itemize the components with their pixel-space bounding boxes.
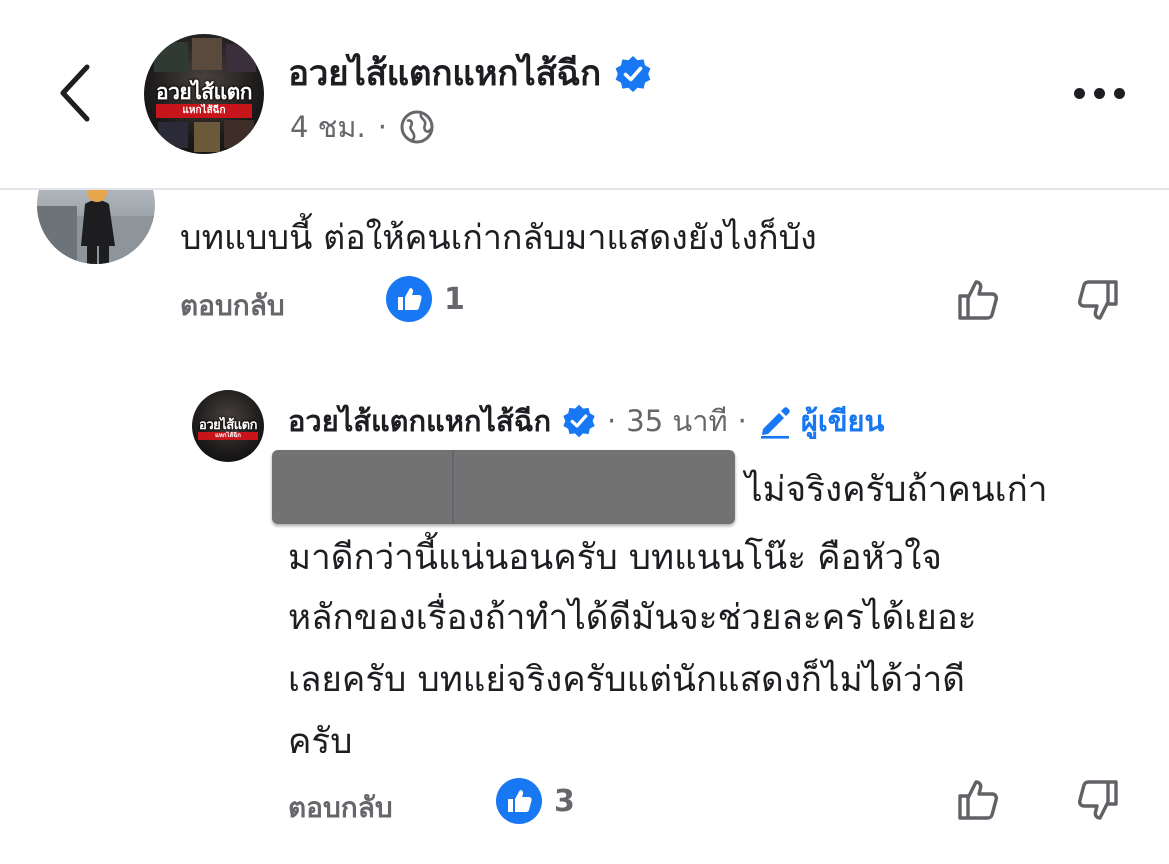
like-button[interactable] <box>950 772 1006 828</box>
redacted-mention <box>272 450 735 524</box>
reply-text-line: ครับ <box>288 722 353 762</box>
more-options-button[interactable] <box>1064 72 1134 114</box>
post-time: 4 ชม. <box>290 110 366 144</box>
like-count: 3 <box>554 783 575 819</box>
reply-author-avatar[interactable]: อวยไส้แตก แหกไส้ฉีก <box>192 390 264 462</box>
verified-icon <box>615 55 651 92</box>
reply-button[interactable]: ตอบกลับ <box>288 786 393 830</box>
reply-time: 35 นาที <box>626 404 728 438</box>
globe-icon <box>400 110 434 144</box>
like-count: 1 <box>444 281 465 317</box>
reply-text-line: เลยครับ บทแย่จริงครับแต่นักแสดงก็ไม่ได้ว… <box>288 660 966 700</box>
reply-button[interactable]: ตอบกลับ <box>180 284 285 328</box>
post-header: อวยไส้แตก แหกไส้ฉีก อวยไส้แตกแหกไส้ฉีก 4… <box>0 0 1169 190</box>
dislike-icon <box>1078 280 1118 320</box>
like-icon <box>958 780 998 820</box>
avatar-subtitle-text: แหกไส้ฉีก <box>156 104 252 118</box>
comment-text: บทแบบนี้ ต่อให้คนเก่ากลับมาแสดงยังไงก็บั… <box>180 218 817 258</box>
author-label: ผู้เขียน <box>800 404 885 438</box>
like-reaction-icon <box>496 778 542 824</box>
like-icon <box>958 280 998 320</box>
dislike-button[interactable] <box>1070 772 1126 828</box>
like-count-badge[interactable]: 3 <box>496 778 575 824</box>
dislike-button[interactable] <box>1070 272 1126 328</box>
reply-header: อวยไส้แตกแหกไส้ฉีก · 35 นาที · ผู้เขียน <box>288 398 884 444</box>
reply-text-line: หลักของเรื่องถ้าทำได้ดีมันจะช่วยละครได้เ… <box>288 598 977 638</box>
verified-icon <box>563 404 595 438</box>
page-name[interactable]: อวยไส้แตกแหกไส้ฉีก <box>288 46 601 101</box>
back-button[interactable] <box>40 58 110 128</box>
like-count-badge[interactable]: 1 <box>386 276 465 322</box>
like-button[interactable] <box>950 272 1006 328</box>
dislike-icon <box>1078 780 1118 820</box>
reply-separator: · <box>607 404 617 438</box>
meta-separator: · <box>377 110 387 144</box>
reply-text-line: ไม่จริงครับถ้าคนเก่า <box>745 470 1048 510</box>
reply-text-line: มาดีกว่านี้แน่นอนครับ บทแนนโน๊ะ คือหัวใจ <box>288 538 942 578</box>
reply-avatar-subtitle-text: แหกไส้ฉีก <box>198 432 258 440</box>
more-icon <box>1073 87 1125 99</box>
reply-separator-2: · <box>737 404 747 438</box>
post-meta: 4 ชม. · <box>290 104 435 150</box>
page-name-row[interactable]: อวยไส้แตกแหกไส้ฉีก <box>288 46 653 101</box>
reply-author-name[interactable]: อวยไส้แตกแหกไส้ฉีก <box>288 398 551 444</box>
pencil-icon <box>760 407 790 439</box>
author-badge: ผู้เขียน <box>757 398 885 444</box>
page-avatar[interactable]: อวยไส้แตก แหกไส้ฉีก <box>144 34 264 154</box>
back-icon <box>60 64 90 122</box>
like-reaction-icon <box>386 276 432 322</box>
